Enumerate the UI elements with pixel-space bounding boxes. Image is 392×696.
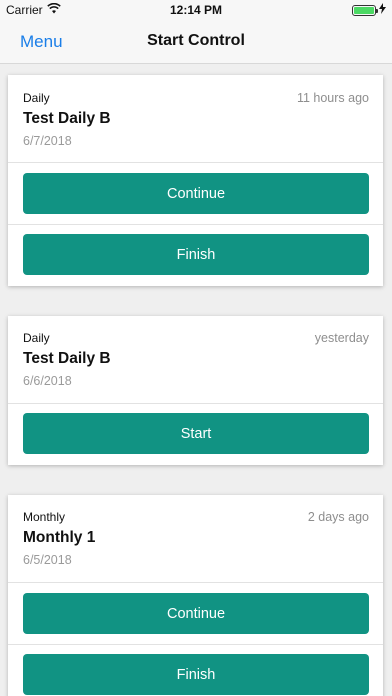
battery-icon <box>352 4 378 16</box>
nav-bar: Menu Start Control <box>0 22 392 64</box>
page-title: Start Control <box>147 32 245 49</box>
continue-button[interactable]: Continue <box>23 173 369 214</box>
divider <box>8 403 383 404</box>
charging-icon <box>379 3 386 17</box>
control-name: Test Daily B <box>23 110 111 127</box>
finish-button[interactable]: Finish <box>23 654 369 695</box>
control-time-ago: 11 hours ago <box>296 91 369 105</box>
control-type: Daily <box>23 91 50 105</box>
control-date: 6/7/2018 <box>23 134 72 148</box>
control-date: 6/5/2018 <box>23 553 72 567</box>
control-time-ago: yesterday <box>314 331 369 345</box>
divider <box>8 582 383 583</box>
status-bar: Carrier 12:14 PM <box>0 0 392 22</box>
control-name: Test Daily B <box>23 350 111 367</box>
continue-button[interactable]: Continue <box>23 593 369 634</box>
control-time-ago: 2 days ago <box>307 510 369 524</box>
control-list[interactable]: Daily 11 hours ago Test Daily B 6/7/2018… <box>0 64 392 696</box>
control-type: Daily <box>23 331 50 345</box>
control-type: Monthly <box>23 510 66 524</box>
control-card: Monthly 2 days ago Monthly 1 6/5/2018 Co… <box>8 495 383 696</box>
finish-button[interactable]: Finish <box>23 234 369 275</box>
divider <box>8 162 383 163</box>
start-button[interactable]: Start <box>23 413 369 454</box>
divider <box>8 224 383 225</box>
control-date: 6/6/2018 <box>23 374 72 388</box>
status-time: 12:14 PM <box>169 3 223 17</box>
control-card: Daily yesterday Test Daily B 6/6/2018 St… <box>8 316 383 465</box>
control-card: Daily 11 hours ago Test Daily B 6/7/2018… <box>8 75 383 286</box>
divider <box>8 644 383 645</box>
status-right <box>352 3 386 17</box>
control-name: Monthly 1 <box>23 529 96 546</box>
